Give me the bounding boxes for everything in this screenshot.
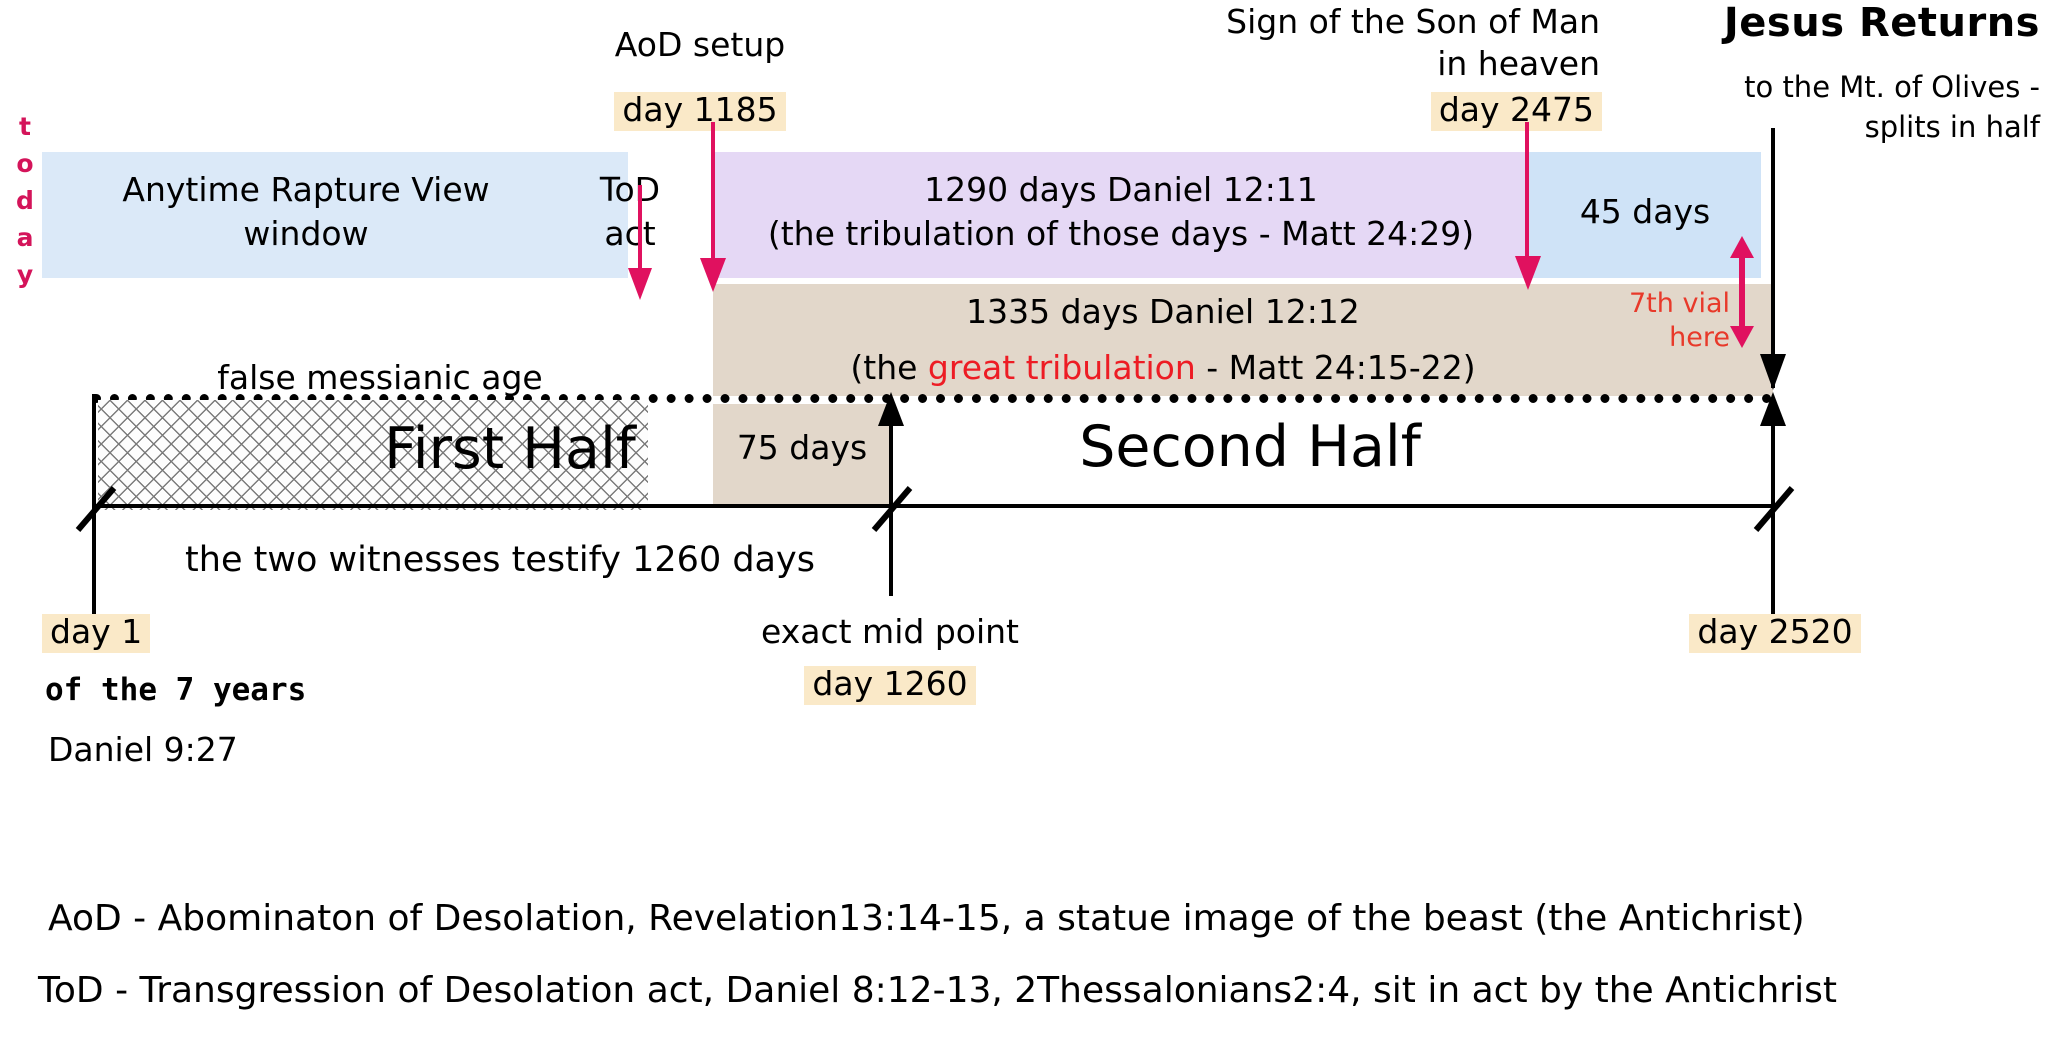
sign-of-son-line1: Sign of the Son of Man (1226, 2, 1600, 41)
jesus-returns-vertical-line (1771, 128, 1775, 388)
two-witnesses-label: the two witnesses testify 1260 days (185, 540, 815, 580)
today-label: t o d a y (8, 108, 42, 293)
day2520-chip: day 2520 (1689, 614, 1861, 653)
sign-pink-arrowhead (1515, 256, 1541, 290)
false-messianic-age-label: false messianic age (217, 358, 543, 397)
sign-of-son-line2: in heaven (1437, 44, 1600, 83)
great-tribulation-text: great tribulation (927, 348, 1196, 387)
jesus-returns-line2: splits in half (1864, 110, 2040, 144)
jesus-returns-heading: Jesus Returns (1723, 0, 2040, 46)
day2520-chip-wrap: day 2520 (1630, 612, 1920, 653)
sign-day-chip-wrap: day 2475 (900, 90, 1602, 131)
day1-sub2: Daniel 9:27 (48, 730, 238, 769)
day2520-tick (1753, 486, 1795, 532)
midpoint-tick (871, 486, 913, 532)
days-45-label: 45 days (1579, 192, 1711, 231)
days-1335-line1: 1335 days Daniel 12:12 (966, 292, 1360, 331)
today-letter-a: a (16, 223, 34, 252)
footnote-tod: ToD - Transgression of Desolation act, D… (38, 970, 1837, 1011)
today-letter-y: y (16, 260, 34, 289)
tod-pink-arrowhead (628, 268, 652, 300)
sign-pink-rule (1525, 122, 1529, 270)
days-1290-line2: (the tribulation of those days - Matt 24… (767, 214, 1475, 253)
midpoint-label: exact mid point (761, 612, 1019, 651)
days-1335-line2-pre: (the (850, 348, 928, 387)
day2520-arrowhead (1760, 392, 1786, 426)
tod-label-line2: act (604, 214, 656, 253)
days-75-label: 75 days (736, 428, 868, 467)
days-1335-line2: (the great tribulation - Matt 24:15-22) (713, 348, 1613, 387)
aod-setup-label: AoD setup (614, 25, 786, 64)
today-letter-o: o (16, 149, 34, 178)
today-letter-t: t (19, 112, 31, 141)
midpoint-arrowhead (878, 392, 904, 426)
sign-day-chip: day 2475 (1430, 92, 1602, 131)
timeline-baseline (92, 504, 1772, 508)
day1-sub1: of the 7 years (45, 672, 307, 708)
rapture-window-line2: window (243, 214, 369, 253)
aod-pink-rule (711, 122, 715, 272)
first-half-label: First Half (384, 416, 636, 482)
seventh-vial-line1: 7th vial (1629, 288, 1730, 319)
day1-chip: day 1 (42, 614, 151, 653)
rapture-window-line1: Anytime Rapture View (122, 170, 490, 209)
jesus-returns-arrowhead (1760, 354, 1786, 390)
aod-day-chip: day 1185 (614, 92, 786, 131)
midpoint-chip: day 1260 (804, 666, 976, 705)
aod-pink-arrowhead (700, 258, 726, 292)
jesus-returns-line1: to the Mt. of Olives - (1744, 70, 2040, 104)
days-1290-line1: 1290 days Daniel 12:11 (924, 170, 1318, 209)
seventh-vial-double-arrow (1730, 236, 1754, 348)
day1-tick (75, 486, 117, 532)
second-half-label: Second Half (1079, 414, 1421, 480)
seventh-vial-line2: here (1669, 322, 1730, 353)
tod-label-line1: ToD (599, 170, 661, 209)
day1-chip-wrap: day 1 (42, 612, 151, 653)
footnote-aod: AoD - Abominaton of Desolation, Revelati… (48, 898, 1805, 939)
today-letter-d: d (16, 186, 34, 215)
midpoint-chip-wrap: day 1260 (660, 664, 1120, 705)
days-1335-line2-post: - Matt 24:15-22) (1195, 348, 1476, 387)
aod-day-chip-wrap: day 1185 (560, 90, 840, 131)
